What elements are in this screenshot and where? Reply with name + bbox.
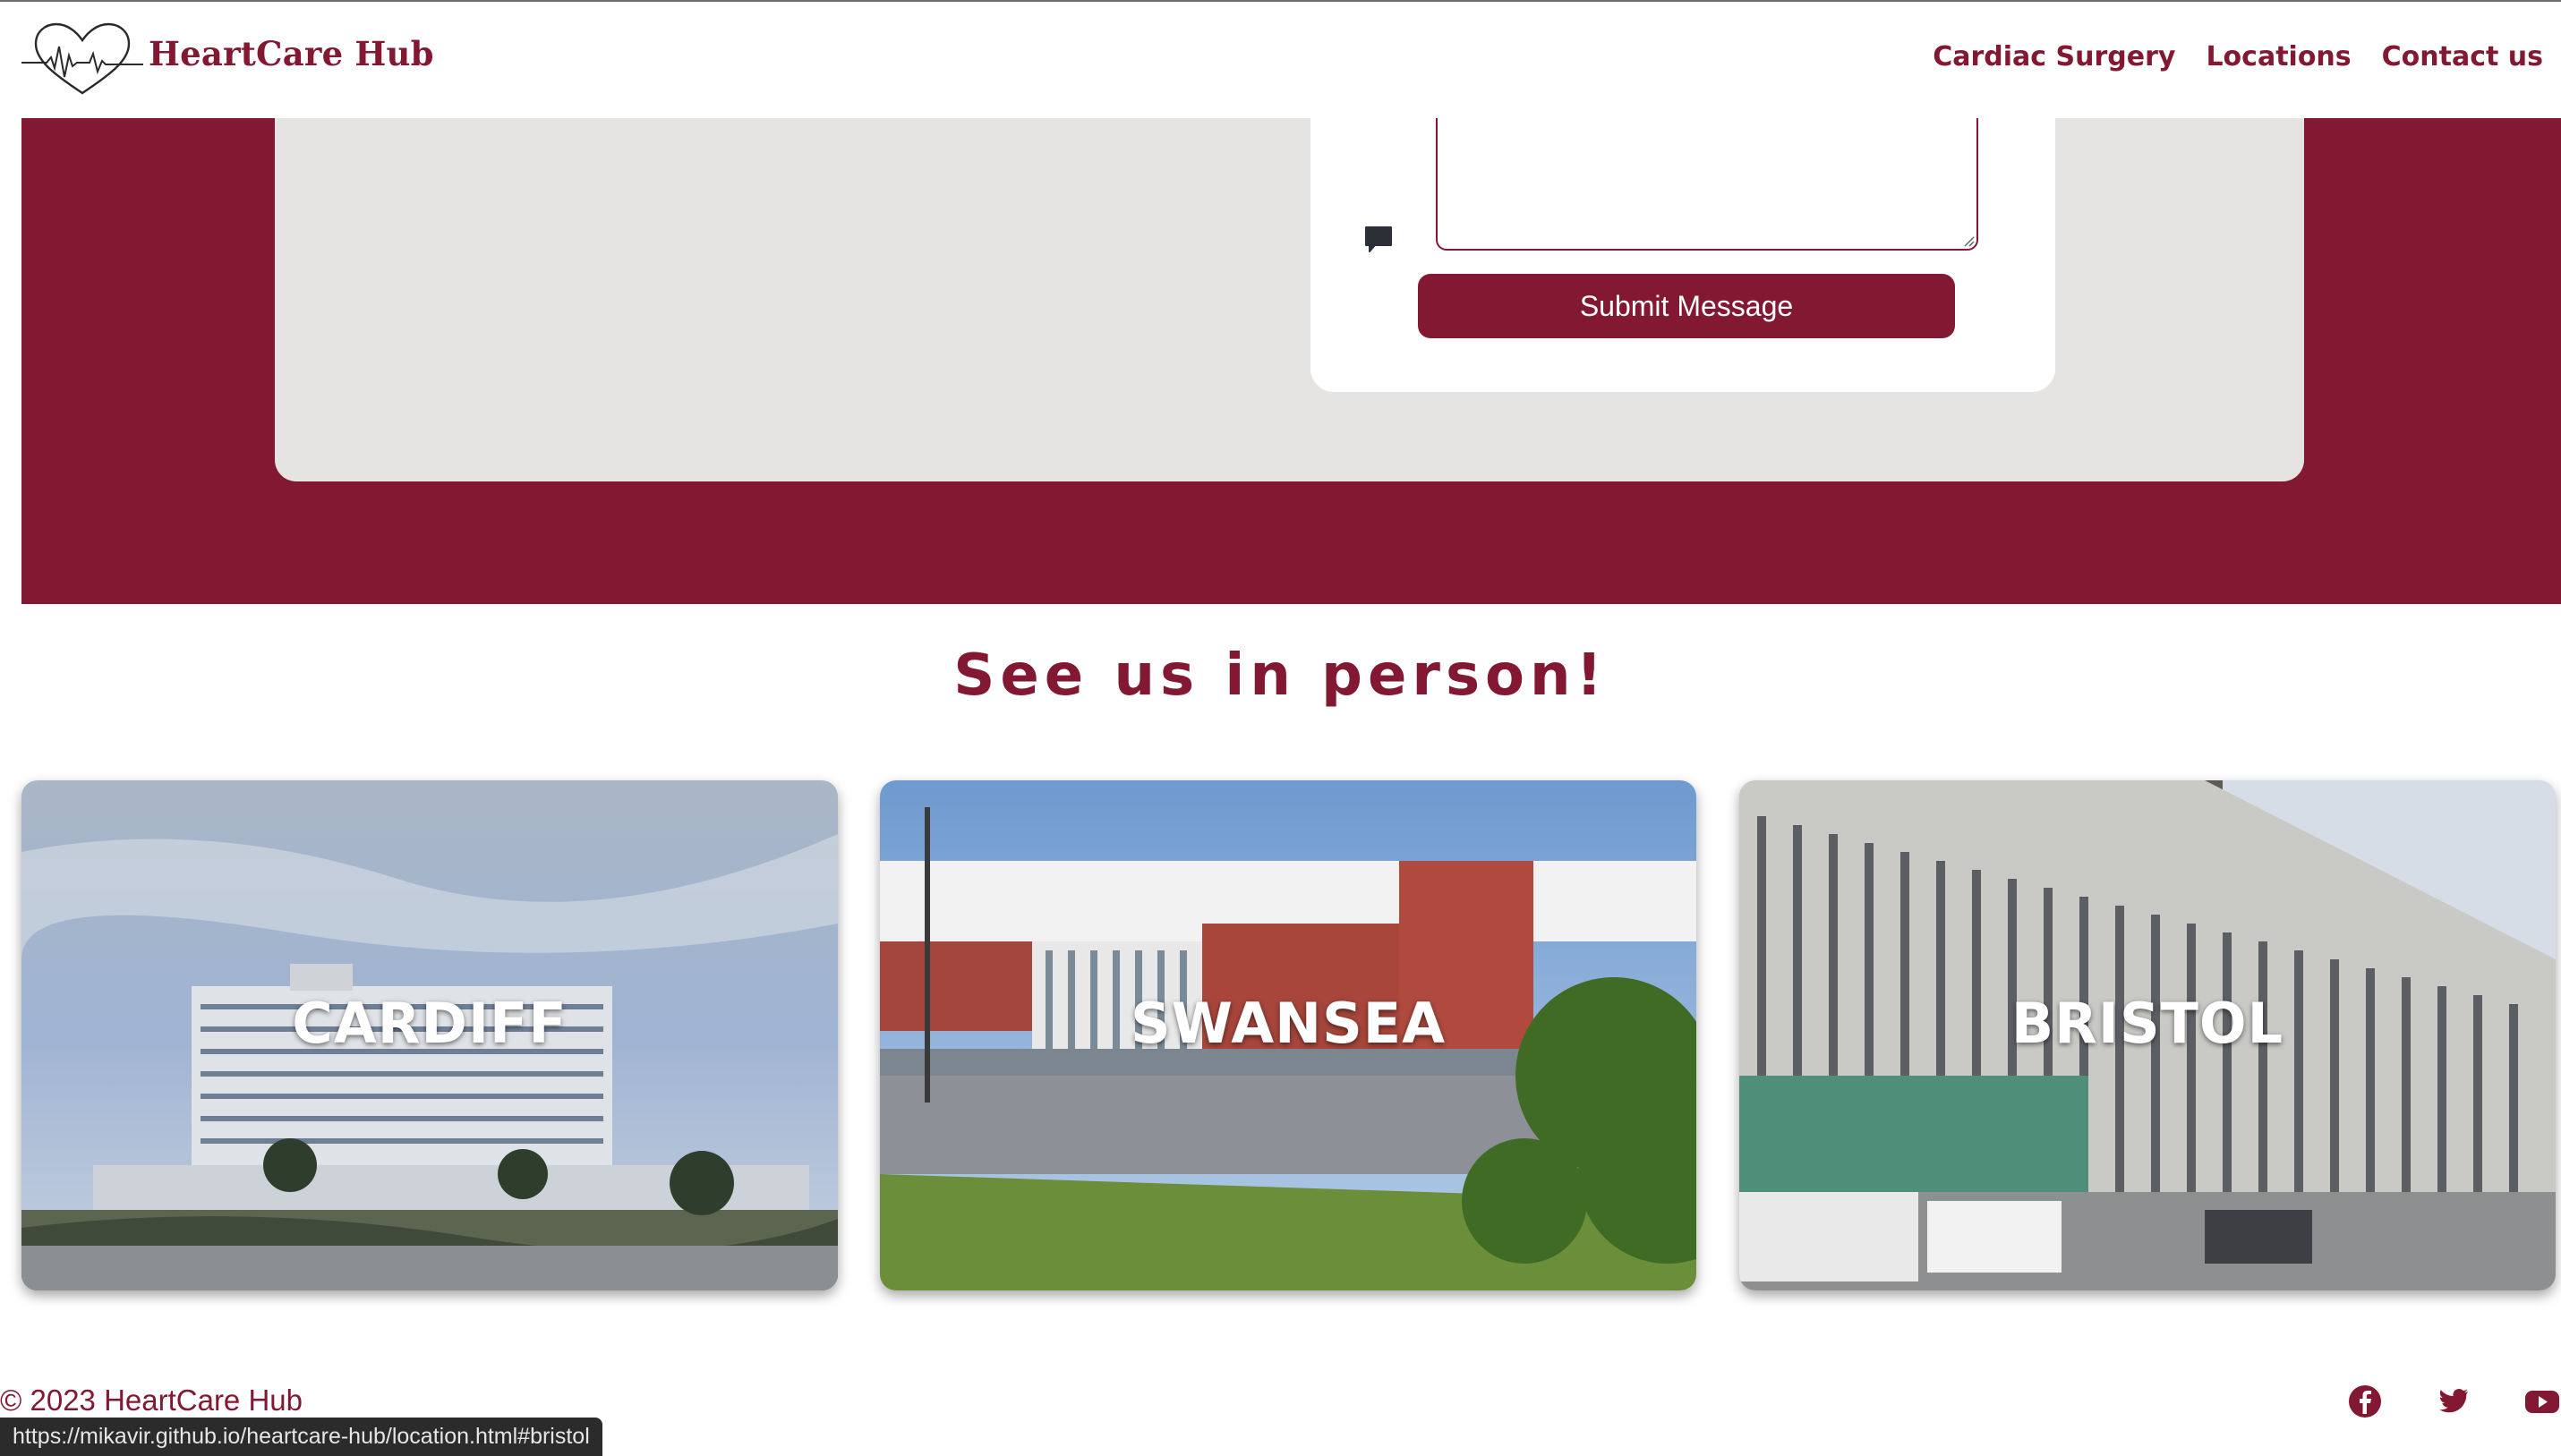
nav-locations[interactable]: Locations [2206,41,2351,72]
locations-heading: See us in person! [953,643,1608,709]
submit-message-button[interactable]: Submit Message [1418,274,1955,338]
youtube-icon[interactable] [2524,1384,2560,1419]
twitter-icon[interactable] [2435,1384,2471,1419]
brand-name[interactable]: HeartCare Hub [149,34,434,73]
comment-icon [1365,226,1392,252]
bristol-label: BRISTOL [2010,991,2284,1056]
resize-grip-icon[interactable] [1962,234,1975,247]
location-card-swansea[interactable]: SWANSEA [880,780,1696,1290]
cardiff-label: CARDIFF [292,991,568,1056]
copyright-text: © 2023 HeartCare Hub [0,1384,303,1417]
browser-status-url: https://mikavir.github.io/heartcare-hub/… [0,1418,602,1456]
main-nav: Cardiac Surgery Locations Contact us [1933,41,2543,72]
nav-contact-us[interactable]: Contact us [2382,41,2543,72]
swansea-label: SWANSEA [1130,991,1447,1056]
nav-cardiac-surgery[interactable]: Cardiac Surgery [1933,41,2175,72]
navbar: HeartCare Hub Cardiac Surgery Locations … [0,2,2561,118]
message-textarea[interactable] [1436,118,1978,251]
location-card-bristol[interactable]: BRISTOL [1739,780,2556,1290]
location-card-cardiff[interactable]: CARDIFF [21,780,838,1290]
heart-ecg-logo-icon[interactable] [20,20,145,100]
facebook-icon[interactable] [2347,1384,2383,1419]
